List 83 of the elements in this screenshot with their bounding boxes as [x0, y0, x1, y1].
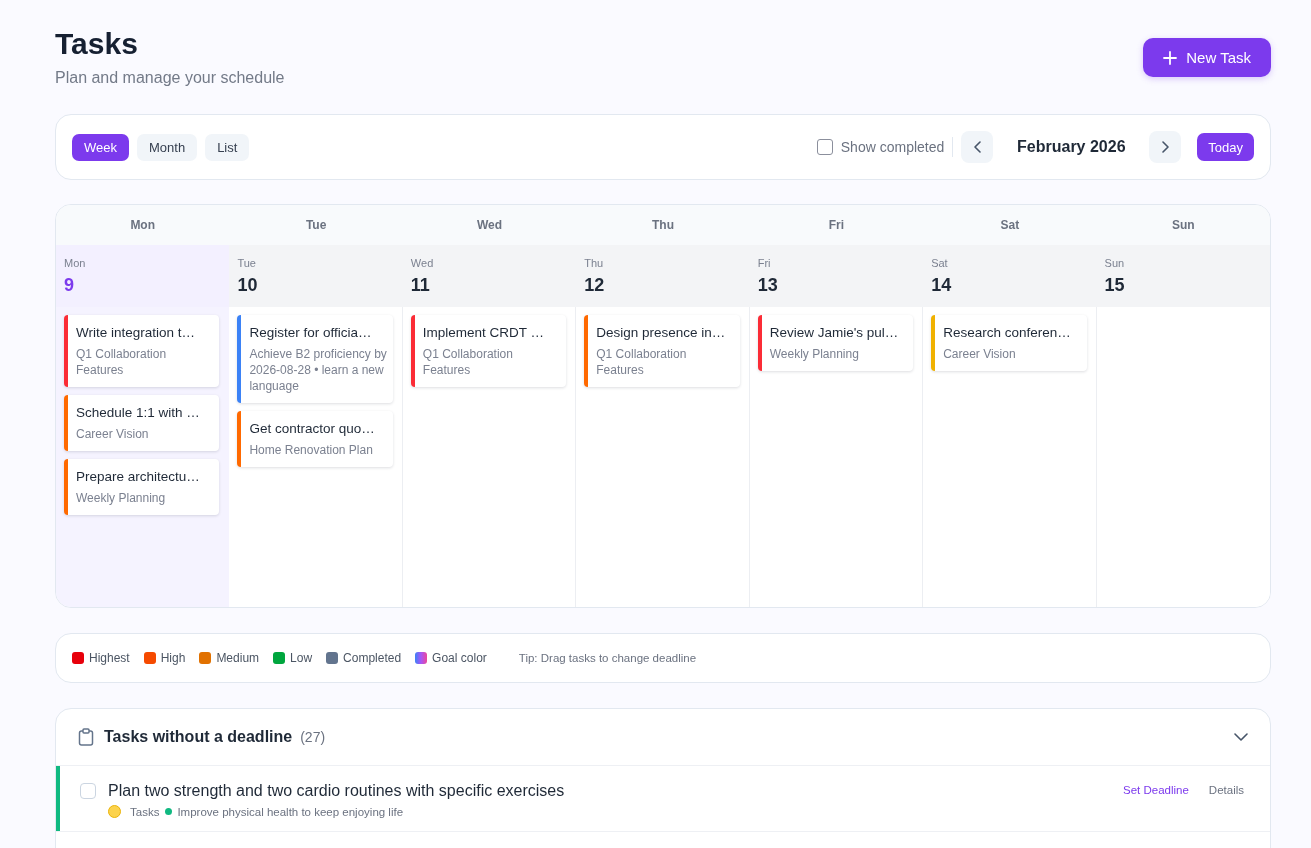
today-button[interactable]: Today	[1197, 133, 1254, 161]
task-goal: Career Vision	[943, 346, 1017, 362]
page-title: Tasks	[55, 26, 139, 62]
day-name: Tue	[237, 256, 257, 270]
day-name: Sun	[1104, 256, 1126, 270]
view-tab[interactable]: List	[205, 133, 250, 161]
legend-label: Goal color	[432, 651, 487, 665]
task-goal: Achieve B2 proficiency by 2026-08-28 • learn a new language	[249, 346, 388, 394]
task-title: Prepare architectu…	[76, 468, 201, 486]
task-title: Plan two strength and two cardio routines with specific exercises	[108, 781, 566, 801]
task-goal: Weekly Planning	[76, 490, 167, 506]
day-number: 12	[584, 274, 606, 296]
section-title: Tasks without a deadline	[104, 728, 293, 746]
task-title: Research conferen…	[943, 324, 1072, 342]
task-title: Review Jamie's pul…	[769, 324, 900, 342]
task-title: Design presence in…	[596, 324, 727, 342]
day-name: Wed	[410, 256, 435, 270]
weekday-header: Tue	[304, 217, 328, 234]
set-deadline-link[interactable]: Set Deadline	[1123, 784, 1189, 796]
previous-button[interactable]	[961, 131, 994, 163]
weekday-header: Mon	[129, 217, 157, 234]
day-number: 13	[757, 274, 779, 296]
weekday-header: Sun	[1170, 217, 1196, 234]
clipboard-icon	[78, 728, 94, 746]
day-number: 11	[410, 274, 431, 296]
page-subtitle: Plan and manage your schedule	[55, 68, 285, 88]
task-count: (27)	[300, 729, 326, 745]
new-task-button[interactable]: New Task	[1143, 38, 1271, 77]
task-card[interactable]: Register for officia… Achieve B2 proficiency by 2026-08-28 • learn a new language	[237, 315, 393, 403]
task-goal: Q1 Collaboration Features	[76, 346, 168, 378]
day-name: Mon	[64, 256, 87, 270]
task-card[interactable]: Research conferen… Career Vision	[931, 315, 1087, 371]
day-name: Sat	[931, 256, 949, 270]
details-link[interactable]: Details	[1208, 784, 1244, 796]
day-number: 14	[931, 274, 953, 296]
task-title: Implement CRDT …	[422, 324, 546, 342]
task-title: Register for officia…	[249, 324, 373, 342]
task-title: Schedule 1:1 with …	[76, 404, 201, 422]
circle-icon	[108, 805, 121, 818]
day-name: Fri	[757, 256, 772, 270]
legend-label: Highest	[89, 651, 130, 665]
checkbox[interactable]	[80, 783, 96, 799]
chevron-left-icon	[973, 141, 981, 153]
tip-text: Tip: Drag tasks to change deadline	[518, 652, 697, 664]
task-goal: Q1 Collaboration Features	[596, 346, 688, 378]
day-number: 9	[64, 274, 75, 296]
task-card[interactable]: Implement CRDT … Q1 Collaboration Features	[410, 315, 567, 387]
day-number: 10	[237, 274, 259, 296]
day-number: 15	[1104, 274, 1126, 296]
view-tab[interactable]: Week	[72, 133, 129, 161]
weekday-header: Fri	[827, 217, 846, 234]
task-card[interactable]: Get contractor quo… Home Renovation Plan	[237, 411, 393, 467]
task-goal: Home Renovation Plan	[249, 442, 374, 458]
list-name: Tasks	[130, 805, 160, 818]
task-goal: Weekly Planning	[769, 346, 860, 362]
checkbox-label[interactable]: Show completed	[840, 139, 945, 155]
legend-label: Completed	[343, 651, 402, 665]
weekday-header: Sat	[999, 217, 1021, 234]
task-card[interactable]: Design presence in… Q1 Collaboration Features	[584, 315, 740, 387]
weekday-header: Thu	[651, 217, 675, 234]
task-goal: Career Vision	[76, 426, 150, 442]
next-button[interactable]	[1149, 131, 1182, 163]
plus-icon	[1163, 50, 1178, 65]
day-name: Thu	[584, 256, 605, 270]
goal-name: Improve physical health to keep enjoying life	[177, 805, 404, 818]
checkbox[interactable]	[816, 139, 833, 155]
goal-stripe	[56, 766, 60, 831]
task-title: Write integration t…	[76, 324, 197, 342]
task-card[interactable]: Review Jamie's pul… Weekly Planning	[757, 315, 914, 371]
view-tab[interactable]: Month	[137, 133, 198, 161]
period-label: February 2026	[1016, 138, 1127, 156]
chevron-down-icon[interactable]	[1234, 733, 1248, 741]
task-card[interactable]: Prepare architectu… Weekly Planning	[64, 459, 220, 515]
task-title: Get contractor quo…	[249, 420, 376, 438]
legend-label: Medium	[216, 651, 260, 665]
legend-label: High	[160, 651, 186, 665]
task-goal: Q1 Collaboration Features	[422, 346, 514, 378]
gradient-swatch-icon	[415, 652, 428, 664]
chevron-right-icon	[1161, 141, 1169, 153]
legend-label: Low	[290, 651, 313, 665]
task-card[interactable]: Write integration t… Q1 Collaboration Features	[64, 315, 220, 387]
weekday-header: Wed	[476, 217, 504, 234]
task-card[interactable]: Schedule 1:1 with … Career Vision	[64, 395, 220, 451]
